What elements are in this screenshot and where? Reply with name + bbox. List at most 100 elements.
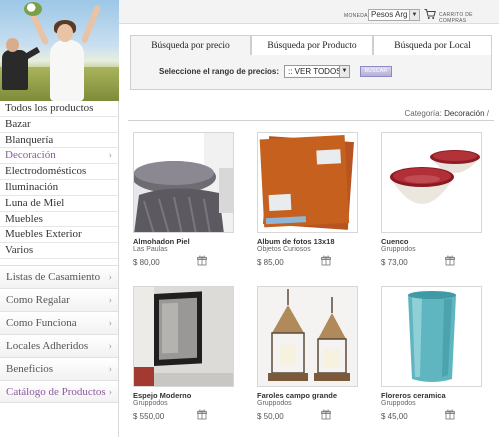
menu-item-beneficios[interactable]: Beneficios › <box>0 356 118 380</box>
sidebar-item-muebles[interactable]: Muebles <box>0 212 118 228</box>
chevron-right-icon: › <box>108 150 112 162</box>
main-menu: Listas de Casamiento › Como Regalar › Como… <box>0 264 118 403</box>
menu-item-label: Locales Adheridos <box>6 339 89 352</box>
menu-item-como-funciona[interactable]: Como Funciona › <box>0 310 118 334</box>
product-image-almohadon[interactable] <box>133 132 234 233</box>
menu-item-label: Beneficios <box>6 362 54 375</box>
product-card[interactable]: Album de fotos 13x18 Objetos Curiosos $ … <box>257 132 362 277</box>
tab-panel-precio: Seleccione el rango de precios: :: VER T… <box>130 55 492 90</box>
sidebar-item-label: Todos los productos <box>5 102 94 114</box>
top-bar: MONEDA Pesos Arg ▼ CARRITO DE COMPRAS <box>119 0 499 24</box>
wedding-banner-image <box>0 0 119 101</box>
dropdown-arrow-icon: ▼ <box>339 66 349 77</box>
gift-box-icon[interactable] <box>197 255 207 266</box>
product-card[interactable]: Faroles campo grande Gruppodos $ 50,00 <box>257 286 362 431</box>
menu-item-label: Como Funciona <box>6 316 77 329</box>
gift-box-icon[interactable] <box>445 255 455 266</box>
menu-item-label: Catálogo de Productos <box>6 385 106 398</box>
product-card[interactable]: Cuenco Gruppodos $ 73,00 <box>381 132 486 277</box>
product-image-faroles[interactable] <box>257 286 358 387</box>
product-vendor: Gruppodos <box>381 400 416 407</box>
sidebar-item-bazar[interactable]: Bazar <box>0 117 118 133</box>
sidebar-item-label: Blanquería <box>5 133 54 146</box>
product-vendor: Gruppodos <box>133 400 168 407</box>
dropdown-arrow-icon: ▼ <box>409 10 419 20</box>
sidebar-item-label: Decoración <box>5 149 56 162</box>
breadcrumb-separator: / <box>486 109 489 118</box>
product-price: $ 85,00 <box>257 258 284 267</box>
sidebar-item-decoracion[interactable]: Decoración › <box>0 148 118 165</box>
price-range-label: Seleccione el rango de precios: <box>159 67 280 76</box>
product-price: $ 80,00 <box>133 258 160 267</box>
breadcrumb-prefix: Categoría: <box>404 109 442 118</box>
gift-box-icon[interactable] <box>445 409 455 420</box>
product-card[interactable]: Almohadon Piel Las Paulas $ 80,00 <box>133 132 238 277</box>
product-name[interactable]: Floreros ceramica <box>381 391 446 400</box>
search-tabs: Búsqueda por precio Búsqueda por Product… <box>130 35 492 56</box>
sidebar-item-luna-de-miel[interactable]: Luna de Miel <box>0 196 118 212</box>
product-name[interactable]: Espejo Moderno <box>133 391 191 400</box>
sidebar-item-blanqueria[interactable]: Blanquería <box>0 133 118 149</box>
sidebar-item-label: Iluminación <box>5 180 59 193</box>
currency-label: MONEDA <box>344 13 368 19</box>
currency-value: Pesos Arg <box>371 10 408 19</box>
product-card[interactable]: Espejo Moderno Gruppodos $ 550,00 <box>133 286 238 431</box>
tab-busqueda-por-precio[interactable]: Búsqueda por precio <box>130 35 251 56</box>
product-vendor: Gruppodos <box>381 246 416 253</box>
product-price: $ 50,00 <box>257 412 284 421</box>
chevron-right-icon: › <box>108 363 112 375</box>
product-image-floreros[interactable] <box>381 286 482 387</box>
tab-busqueda-por-producto[interactable]: Búsqueda por Producto <box>251 35 373 56</box>
sidebar-item-iluminacion[interactable]: Iluminación <box>0 180 118 196</box>
menu-item-como-regalar[interactable]: Como Regalar › <box>0 287 118 311</box>
sidebar-item-label: Varios <box>5 244 34 257</box>
chevron-right-icon: › <box>108 386 112 398</box>
price-range-select[interactable]: :: VER TODOS ▼ <box>284 65 350 78</box>
search-button[interactable]: BUSCAR <box>360 66 392 77</box>
search-panel: Búsqueda por precio Búsqueda por Product… <box>130 35 492 90</box>
product-vendor: Las Paulas <box>133 246 168 253</box>
sidebar-item-muebles-exterior[interactable]: Muebles Exterior <box>0 227 118 244</box>
sidebar-item-electrodomesticos[interactable]: Electrodomésticos <box>0 164 118 180</box>
sidebar-item-label: Electrodomésticos <box>5 165 87 178</box>
product-image-album[interactable] <box>257 132 358 233</box>
breadcrumb-current[interactable]: Decoración <box>444 109 484 118</box>
menu-item-label: Como Regalar <box>6 293 70 306</box>
currency-select[interactable]: Pesos Arg ▼ <box>368 9 420 21</box>
product-price: $ 550,00 <box>133 412 165 421</box>
sidebar-item-label: Luna de Miel <box>5 196 65 209</box>
sidebar-item-todos[interactable]: Todos los productos <box>0 101 118 117</box>
cart-link[interactable]: CARRITO DE COMPRAS <box>439 12 499 24</box>
shopping-cart-icon[interactable] <box>424 8 436 20</box>
product-name[interactable]: Cuenco <box>381 237 409 246</box>
price-range-value: :: VER TODOS <box>288 67 342 76</box>
product-name[interactable]: Faroles campo grande <box>257 391 337 400</box>
product-price: $ 45,00 <box>381 412 408 421</box>
category-list: Todos los productos Bazar Blanquería Dec… <box>0 101 118 259</box>
product-card[interactable]: Floreros ceramica Gruppodos $ 45,00 <box>381 286 486 431</box>
chevron-right-icon: › <box>108 271 112 283</box>
chevron-right-icon: › <box>108 294 112 306</box>
sidebar: Todos los productos Bazar Blanquería Dec… <box>0 0 119 437</box>
gift-box-icon[interactable] <box>321 409 331 420</box>
breadcrumb: Categoría: Decoración / <box>404 109 489 118</box>
menu-item-listas-de-casamiento[interactable]: Listas de Casamiento › <box>0 264 118 288</box>
chevron-right-icon: › <box>108 317 112 329</box>
menu-item-label: Listas de Casamiento <box>6 270 101 283</box>
tab-busqueda-por-local[interactable]: Búsqueda por Local <box>373 35 492 56</box>
sidebar-item-label: Muebles Exterior <box>5 228 82 241</box>
product-name[interactable]: Almohadon Piel <box>133 237 190 246</box>
menu-item-locales-adheridos[interactable]: Locales Adheridos › <box>0 333 118 357</box>
sidebar-item-label: Muebles <box>5 212 43 225</box>
product-vendor: Objetos Curiosos <box>257 246 311 253</box>
product-image-espejo[interactable] <box>133 286 234 387</box>
product-name[interactable]: Album de fotos 13x18 <box>257 237 335 246</box>
product-vendor: Gruppodos <box>257 400 292 407</box>
product-price: $ 73,00 <box>381 258 408 267</box>
menu-item-catalogo-de-productos[interactable]: Catálogo de Productos › <box>0 379 118 403</box>
divider <box>128 120 494 121</box>
gift-box-icon[interactable] <box>197 409 207 420</box>
sidebar-item-varios[interactable]: Varios <box>0 243 118 259</box>
product-image-cuenco[interactable] <box>381 132 482 233</box>
gift-box-icon[interactable] <box>321 255 331 266</box>
